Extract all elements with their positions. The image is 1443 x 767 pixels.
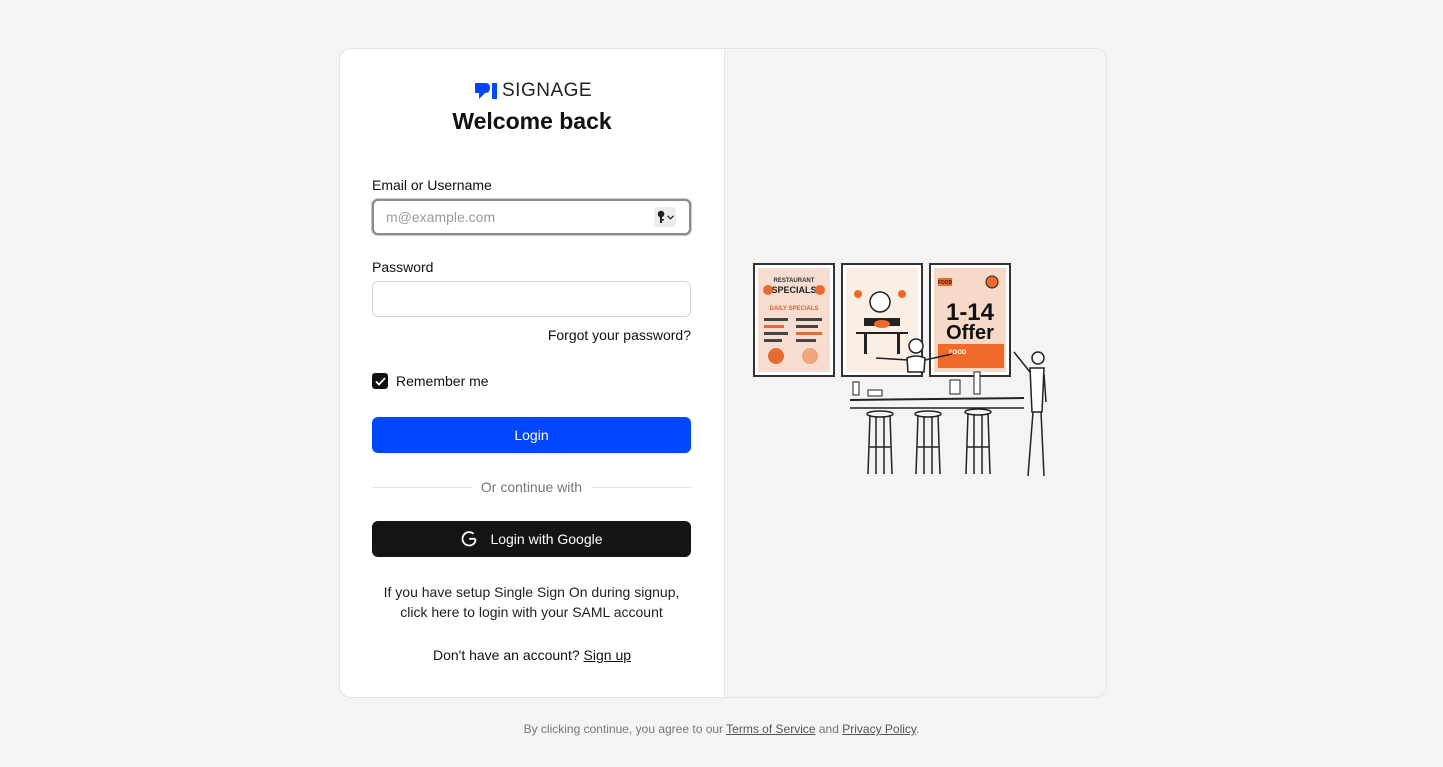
privacy-link[interactable]: Privacy Policy	[842, 722, 916, 736]
login-panel: SIGNAGE Welcome back Email or Username P…	[340, 49, 724, 697]
forgot-password-link[interactable]: Forgot your password?	[548, 327, 691, 343]
sso-line-1: If you have setup Single Sign On during …	[383, 584, 680, 600]
google-icon	[462, 531, 477, 547]
signup-prompt: Don't have an account?	[432, 647, 580, 663]
password-manager-button[interactable]	[654, 207, 676, 227]
email-field[interactable]	[372, 199, 691, 235]
remember-me-row[interactable]: Remember me	[372, 373, 489, 389]
brand: SIGNAGE	[475, 80, 592, 102]
signup-row: Don't have an account? Sign up	[340, 647, 724, 663]
check-icon	[374, 376, 386, 386]
brand-name: SIGNAGE	[502, 80, 593, 101]
restaurant-illustration: RESTAURANT SPECIALS DAILY SPECIALS FOOD	[753, 263, 1047, 477]
brand-logo-icon	[475, 83, 497, 99]
sso-line-2: click here to login with your SAML accou…	[400, 604, 663, 620]
divider: Or continue with	[372, 479, 692, 495]
remember-me-checkbox[interactable]	[372, 373, 388, 389]
poster1-title: RESTAURANT	[774, 278, 815, 284]
sso-link[interactable]: If you have setup Single Sign On during …	[372, 582, 691, 622]
offer-line-2: Offer	[946, 322, 994, 344]
illustration-panel: RESTAURANT SPECIALS DAILY SPECIALS FOOD	[724, 49, 1106, 697]
remember-me-label: Remember me	[396, 373, 489, 389]
poster3-top: FOOD	[938, 280, 953, 286]
poster1-heading: SPECIALS	[771, 285, 816, 295]
google-login-label: Login with Google	[490, 531, 603, 547]
page-title: Welcome back	[452, 108, 612, 134]
chevron-down-icon	[666, 214, 674, 220]
divider-text: Or continue with	[480, 479, 583, 495]
login-button[interactable]: Login	[372, 417, 691, 453]
terms-link[interactable]: Terms of Service	[726, 722, 815, 736]
poster1-line: DAILY SPECIALS	[769, 306, 818, 312]
divider-line-left	[372, 486, 472, 488]
password-field[interactable]	[372, 281, 691, 317]
legal-footer: By clicking continue, you agree to our T…	[0, 722, 1443, 736]
password-label: Password	[372, 259, 434, 275]
key-icon	[657, 210, 664, 223]
footer-and: and	[818, 722, 839, 736]
login-card: SIGNAGE Welcome back Email or Username P…	[339, 48, 1107, 698]
divider-line-right	[591, 486, 692, 488]
footer-suffix: .	[916, 722, 920, 736]
google-login-button[interactable]: Login with Google	[372, 521, 691, 557]
footer-prefix: By clicking continue, you agree to our	[523, 722, 724, 736]
signup-link[interactable]: Sign up	[584, 647, 631, 663]
email-label: Email or Username	[372, 177, 492, 193]
poster3-bottom: FOOD	[949, 350, 967, 356]
